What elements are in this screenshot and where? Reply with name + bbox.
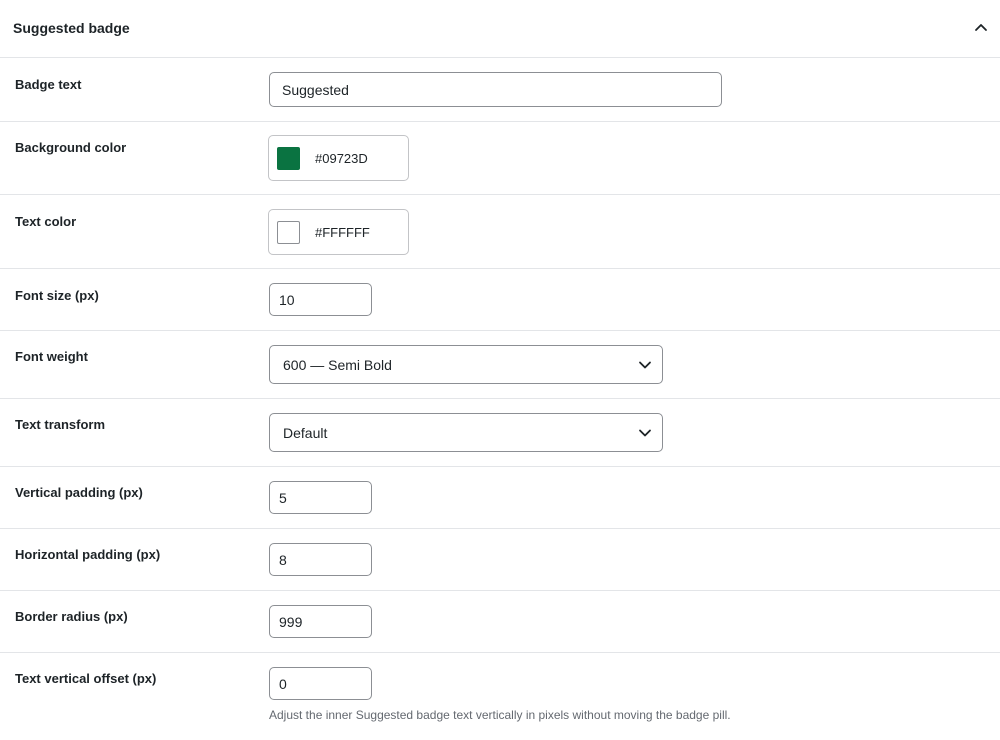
horizontal-padding-row: Horizontal padding (px) (0, 529, 1000, 591)
vertical-padding-label: Vertical padding (px) (15, 485, 143, 500)
font-size-input[interactable] (269, 283, 372, 316)
horizontal-padding-label: Horizontal padding (px) (15, 547, 161, 562)
vertical-padding-input[interactable] (269, 481, 372, 514)
badge-text-input[interactable] (269, 72, 722, 107)
background-color-value: #09723D (315, 151, 368, 166)
vertical-padding-row: Vertical padding (px) (0, 467, 1000, 529)
text-vertical-offset-help: Adjust the inner Suggested badge text ve… (269, 708, 731, 722)
chevron-down-icon (639, 361, 651, 369)
badge-text-label: Badge text (15, 77, 82, 92)
text-color-value: #FFFFFF (315, 225, 370, 240)
text-color-row: Text color #FFFFFF (0, 195, 1000, 269)
panel-header[interactable]: Suggested badge (0, 0, 1000, 58)
font-weight-value: 600 — Semi Bold (283, 357, 392, 373)
text-transform-select[interactable]: Default (269, 413, 663, 452)
background-color-swatch (277, 147, 300, 170)
border-radius-input[interactable] (269, 605, 372, 638)
chevron-down-icon (639, 429, 651, 437)
panel-title: Suggested badge (13, 20, 130, 36)
text-vertical-offset-label: Text vertical offset (px) (15, 671, 157, 686)
background-color-label: Background color (15, 140, 127, 155)
text-vertical-offset-row: Text vertical offset (px) (0, 653, 1000, 740)
text-color-picker[interactable]: #FFFFFF (268, 209, 409, 255)
font-size-row: Font size (px) (0, 269, 1000, 331)
badge-text-row: Badge text (0, 58, 1000, 122)
background-color-picker[interactable]: #09723D (268, 135, 409, 181)
text-transform-value: Default (283, 425, 328, 441)
text-vertical-offset-input[interactable] (269, 667, 372, 700)
horizontal-padding-input[interactable] (269, 543, 372, 576)
settings-panel: Suggested badge Badge text Background co… (0, 0, 1000, 740)
font-size-label: Font size (px) (15, 288, 99, 303)
border-radius-label: Border radius (px) (15, 609, 128, 624)
border-radius-row: Border radius (px) (0, 591, 1000, 653)
text-transform-label: Text transform (15, 417, 106, 432)
font-weight-row: Font weight 600 — Semi Bold (0, 331, 1000, 399)
text-color-label: Text color (15, 214, 77, 229)
text-color-swatch (277, 221, 300, 244)
font-weight-label: Font weight (15, 349, 88, 364)
collapse-button[interactable] (968, 14, 994, 40)
background-color-row: Background color #09723D (0, 122, 1000, 195)
text-transform-row: Text transform Default (0, 399, 1000, 467)
chevron-up-icon (975, 24, 987, 31)
font-weight-select[interactable]: 600 — Semi Bold (269, 345, 663, 384)
